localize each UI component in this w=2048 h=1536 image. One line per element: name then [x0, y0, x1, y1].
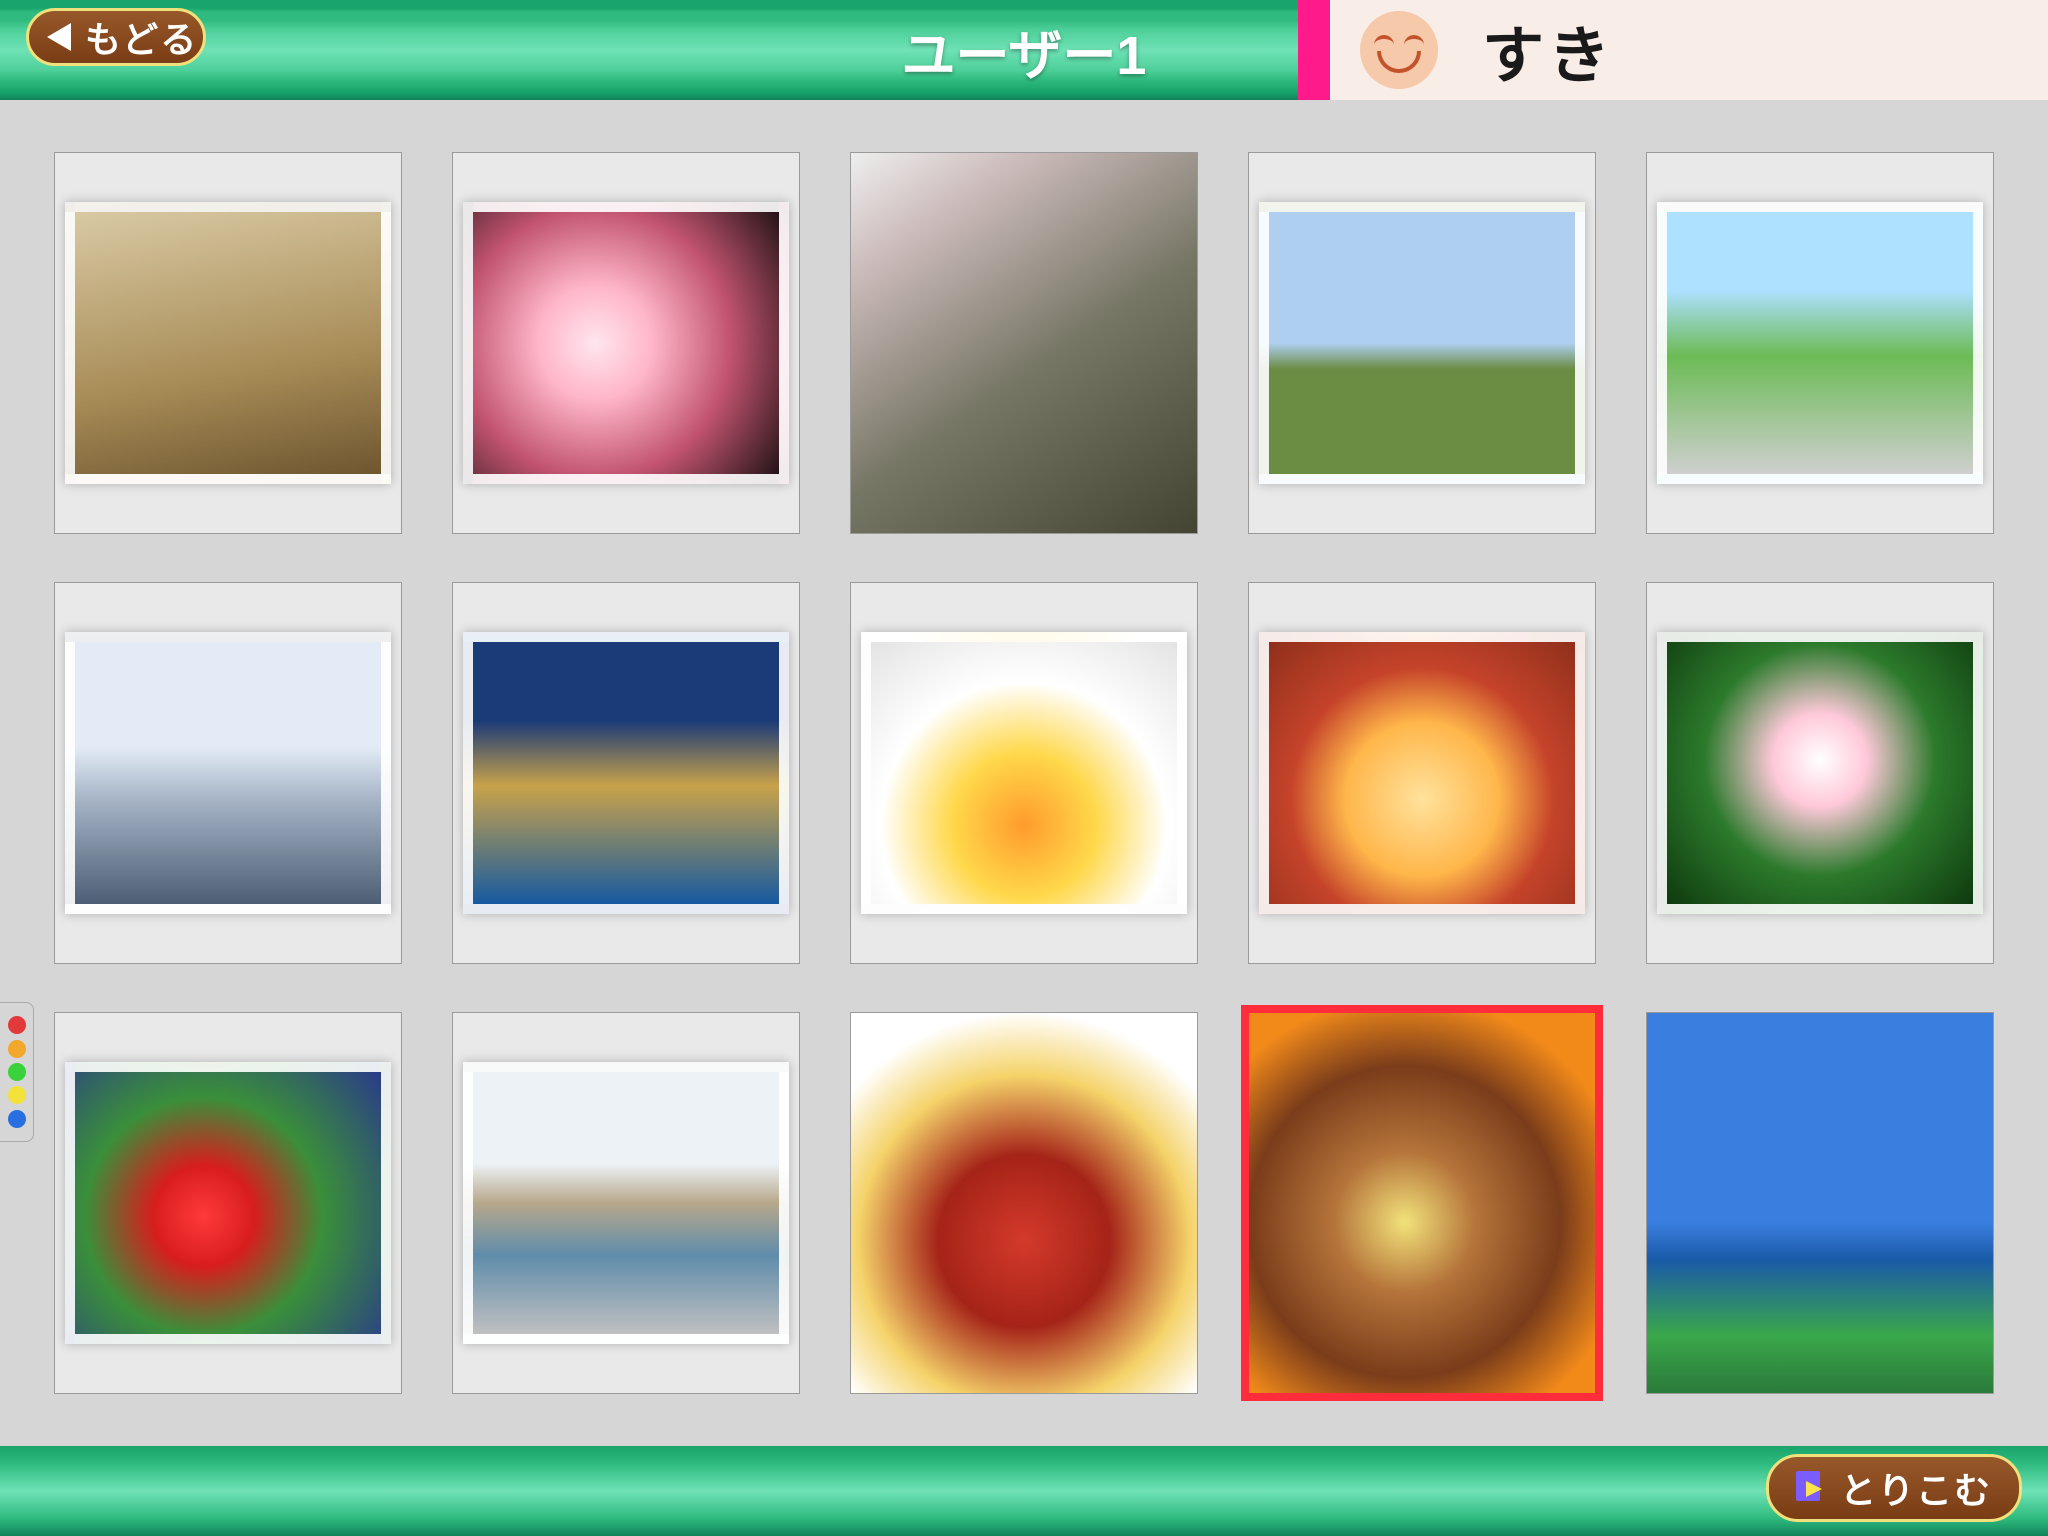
photo-image	[1249, 1013, 1595, 1393]
photo-thumb[interactable]	[452, 1012, 800, 1394]
photo-image	[463, 202, 788, 483]
import-button[interactable]: とりこむ	[1766, 1454, 2022, 1522]
photo-thumb[interactable]	[1646, 1012, 1994, 1394]
photo-thumb[interactable]	[1646, 152, 1994, 534]
mood-label: すき	[1482, 5, 1614, 95]
photo-image	[65, 632, 390, 913]
color-palette-tab[interactable]	[0, 1002, 34, 1142]
app-footer: とりこむ	[0, 1446, 2048, 1536]
mood-accent-bar	[1298, 0, 1330, 100]
photo-thumb[interactable]	[1248, 152, 1596, 534]
photo-thumb[interactable]	[850, 152, 1198, 534]
back-button[interactable]: もどる	[26, 8, 206, 66]
photo-image	[65, 1062, 390, 1343]
color-dot-red[interactable]	[8, 1016, 26, 1034]
import-label: とりこむ	[1840, 1462, 1992, 1514]
photo-gallery	[0, 100, 2048, 1446]
photo-thumb[interactable]	[452, 582, 800, 964]
color-dot-green[interactable]	[8, 1063, 26, 1081]
photo-image	[861, 632, 1186, 913]
photo-thumb[interactable]	[452, 152, 800, 534]
back-icon	[47, 23, 71, 51]
mood-panel[interactable]: すき	[1330, 0, 2048, 100]
photo-thumb[interactable]	[54, 152, 402, 534]
photo-thumb[interactable]	[1248, 582, 1596, 964]
photo-thumb[interactable]	[850, 582, 1198, 964]
photo-image	[851, 1013, 1197, 1393]
back-label: もどる	[85, 11, 198, 63]
photo-thumb[interactable]	[850, 1012, 1198, 1394]
color-dot-blue[interactable]	[8, 1110, 26, 1128]
photo-image	[1647, 1013, 1993, 1393]
color-dot-orange[interactable]	[8, 1040, 26, 1058]
app-header: もどる ユーザー1 すき	[0, 0, 2048, 100]
photo-image	[1657, 202, 1982, 483]
photo-image	[1259, 632, 1584, 913]
color-dot-yellow[interactable]	[8, 1086, 26, 1104]
photo-thumb[interactable]	[1248, 1012, 1596, 1394]
photo-image	[65, 202, 390, 483]
photo-image	[851, 153, 1197, 533]
import-icon	[1796, 1471, 1830, 1505]
photo-thumb[interactable]	[1646, 582, 1994, 964]
photo-image	[463, 632, 788, 913]
photo-image	[1259, 202, 1584, 483]
smile-face-icon	[1360, 11, 1438, 89]
photo-thumb[interactable]	[54, 1012, 402, 1394]
photo-thumb[interactable]	[54, 582, 402, 964]
photo-image	[463, 1062, 788, 1343]
photo-image	[1657, 632, 1982, 913]
